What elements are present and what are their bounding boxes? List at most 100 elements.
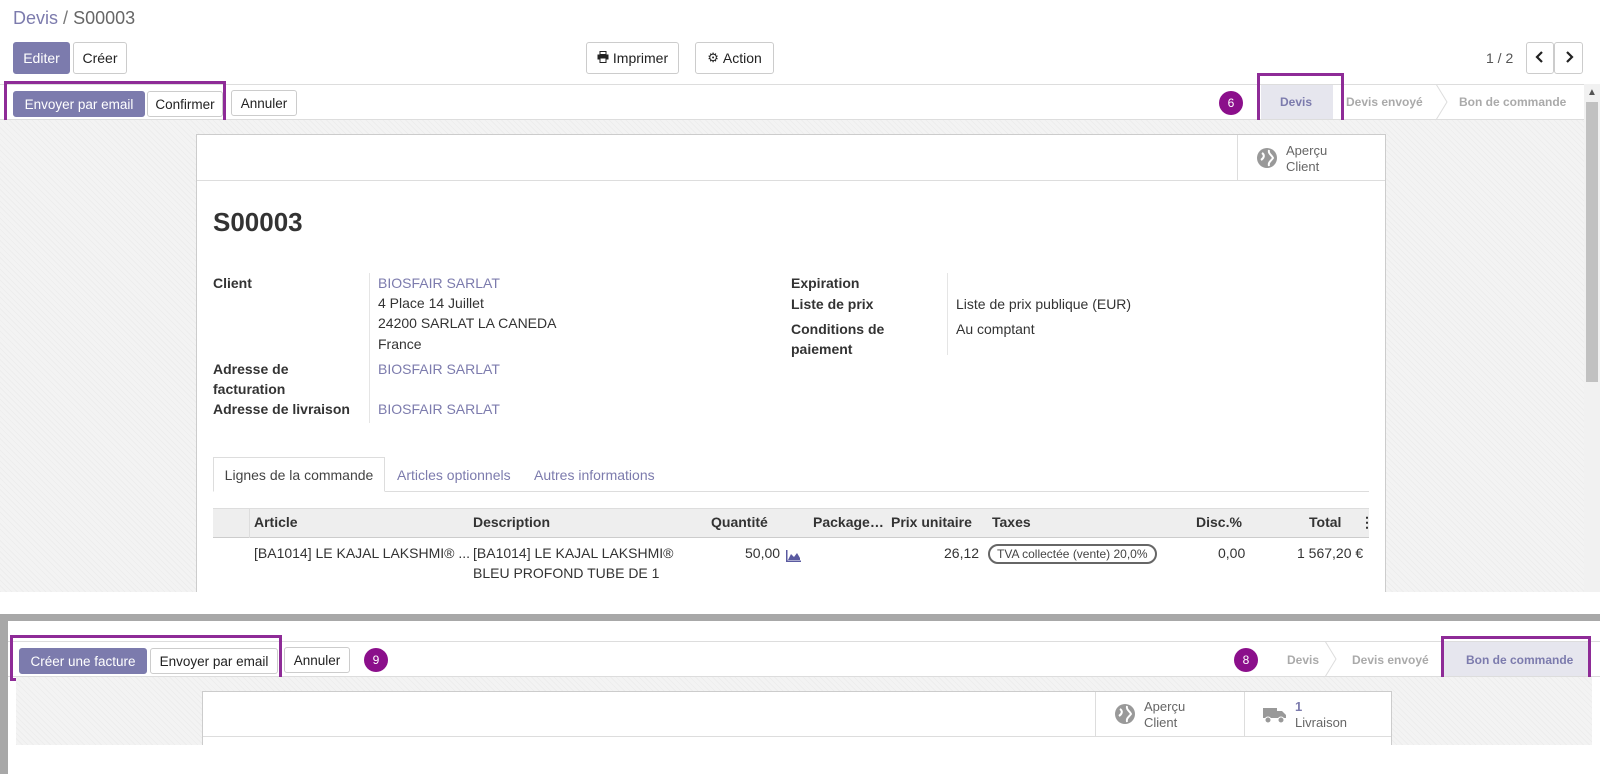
bottom-stage-separator-1: [1324, 641, 1337, 677]
top-screenshot: Devis / S00003 Editer Créer Imprimer ⚙ A…: [0, 0, 1600, 594]
order-title: S00003: [213, 207, 303, 237]
bottom-stage-devis[interactable]: Devis: [1287, 653, 1319, 667]
field-separator-right: [947, 273, 948, 355]
expiration-label: Expiration: [791, 275, 860, 291]
row-tax-tag[interactable]: TVA collectée (vente) 20,0%: [988, 544, 1157, 564]
bottom-cancel-button-label: Annuler: [293, 652, 341, 668]
edit-button[interactable]: Editer: [13, 42, 70, 74]
tab-other-info[interactable]: Autres informations: [534, 467, 655, 483]
bottom-stage-devis-envoye[interactable]: Devis envoyé: [1352, 653, 1429, 667]
breadcrumb-current: S00003: [73, 8, 136, 28]
row-article: [BA1014] LE KAJAL LAKSHMI® ...: [254, 545, 471, 561]
scrollbar-up-arrow[interactable]: ▲: [1587, 87, 1597, 98]
invoice-address-label-1: Adresse de: [213, 361, 289, 377]
col-total[interactable]: Total: [1309, 514, 1341, 530]
action-button-label: Action: [722, 50, 762, 66]
tab-order-lines-label: Lignes de la commande: [224, 466, 374, 483]
highlight-frame-buttons: [4, 81, 226, 123]
col-discount[interactable]: Disc.%: [1196, 514, 1242, 530]
stage-devis-envoye[interactable]: Devis envoyé: [1346, 95, 1423, 109]
delivery-smart-button[interactable]: 1 Livraison: [1244, 692, 1393, 736]
truck-icon: [1263, 706, 1287, 727]
col-taxes[interactable]: Taxes: [992, 514, 1031, 530]
stage-bon-de-commande[interactable]: Bon de commande: [1459, 95, 1566, 109]
pager-value: 1 / 2: [1486, 50, 1514, 66]
breadcrumb: Devis / S00003: [13, 8, 135, 29]
invoice-address-link[interactable]: BIOSFAIR SARLAT: [378, 361, 500, 377]
delivery-count: 1: [1295, 699, 1303, 714]
edit-button-label: Editer: [23, 50, 60, 66]
stage-separator: [1435, 84, 1448, 120]
button-box: [197, 135, 1385, 181]
create-button[interactable]: Créer: [73, 42, 127, 74]
client-address-line-2: 24200 SARLAT LA CANEDA: [378, 315, 557, 331]
col-description[interactable]: Description: [473, 514, 550, 530]
print-icon: [597, 50, 609, 66]
action-button[interactable]: ⚙ Action: [695, 42, 774, 74]
table-row[interactable]: [BA1014] LE KAJAL LAKSHMI® ... [BA1014] …: [213, 539, 1369, 595]
chevron-right-icon: [1564, 50, 1574, 66]
screenshot-divider: [0, 592, 1600, 614]
bottom-screenshot: Créer une facture Envoyer par email Annu…: [0, 614, 1600, 774]
delivery-address-label: Adresse de livraison: [213, 401, 350, 417]
print-button[interactable]: Imprimer: [586, 42, 679, 74]
cancel-button-label: Annuler: [240, 95, 288, 111]
bottom-customer-preview-label-1: Aperçu: [1144, 699, 1186, 714]
highlight-frame-stage-devis: [1257, 73, 1344, 126]
bottom-cancel-button[interactable]: Annuler: [284, 647, 350, 673]
chevron-left-icon: [1535, 50, 1545, 66]
pager-previous-button[interactable]: [1526, 42, 1554, 74]
row-unit-price: 26,12: [944, 545, 980, 561]
client-label: Client: [213, 275, 252, 291]
field-separator-left: [369, 273, 370, 423]
tab-optional-products[interactable]: Articles optionnels: [397, 467, 511, 483]
bottom-form-sheet: Aperçu Client 1 Livraison: [202, 691, 1392, 745]
bottom-globe-icon: [1114, 703, 1136, 728]
row-tax-tag-label: TVA collectée (vente) 20,0%: [997, 547, 1148, 561]
delivery-address-link[interactable]: BIOSFAIR SARLAT: [378, 401, 500, 417]
row-discount: 0,00: [1218, 545, 1246, 561]
customer-preview-label-2: Client: [1286, 159, 1320, 174]
cancel-button[interactable]: Annuler: [231, 90, 297, 116]
highlight-frame-stage-bon-de-commande: [1441, 636, 1591, 682]
step-badge-6: 6: [1219, 91, 1243, 115]
row-total: 1 567,20 €: [1297, 545, 1364, 561]
create-button-label: Créer: [82, 50, 118, 66]
bottom-customer-preview-button[interactable]: Aperçu Client: [1095, 692, 1244, 736]
highlight-frame-bottom-buttons: [10, 635, 282, 681]
form-sheet: Aperçu Client S00003 Client BIOSFAIR SAR…: [196, 134, 1386, 594]
step-badge-9: 9: [364, 648, 388, 672]
table-col-divider: [249, 508, 250, 538]
print-button-label: Imprimer: [612, 50, 669, 66]
tab-order-lines[interactable]: Lignes de la commande: [213, 457, 385, 492]
delivery-label: Livraison: [1295, 715, 1348, 730]
tabs-underline: [213, 491, 1369, 492]
gear-icon: ⚙: [707, 50, 719, 65]
step-badge-8: 8: [1234, 648, 1258, 672]
breadcrumb-separator: /: [63, 8, 69, 28]
col-packaging[interactable]: Package…: [813, 514, 884, 530]
pager-next-button[interactable]: [1554, 42, 1583, 74]
pricelist-value[interactable]: Liste de prix publique (EUR): [956, 296, 1131, 312]
area-chart-icon[interactable]: [786, 549, 801, 565]
customer-preview-button[interactable]: Aperçu Client: [1237, 135, 1385, 181]
breadcrumb-parent[interactable]: Devis: [13, 8, 58, 28]
bottom-customer-preview-label-2: Client: [1144, 715, 1178, 730]
pricelist-label: Liste de prix: [791, 296, 874, 312]
kebab-icon[interactable]: ⋮: [1360, 514, 1374, 531]
customer-preview-label-1: Aperçu: [1286, 143, 1328, 158]
col-article[interactable]: Article: [254, 514, 298, 530]
col-unit-price[interactable]: Prix unitaire: [891, 514, 972, 530]
invoice-address-label-2: facturation: [213, 381, 286, 397]
client-name-link[interactable]: BIOSFAIR SARLAT: [378, 275, 500, 291]
row-quantity: 50,00: [745, 545, 781, 561]
scrollbar-thumb[interactable]: [1586, 102, 1598, 382]
client-address-country: France: [378, 336, 422, 352]
scrollbar[interactable]: ▲: [1584, 84, 1600, 592]
client-address-line-1: 4 Place 14 Juillet: [378, 295, 484, 311]
payment-terms-label-2: paiement: [791, 341, 853, 357]
globe-icon: [1256, 147, 1278, 172]
payment-terms-value[interactable]: Au comptant: [956, 321, 1035, 337]
row-description-line-1: [BA1014] LE KAJAL LAKSHMI®: [473, 545, 674, 561]
col-quantity[interactable]: Quantité: [711, 514, 768, 530]
